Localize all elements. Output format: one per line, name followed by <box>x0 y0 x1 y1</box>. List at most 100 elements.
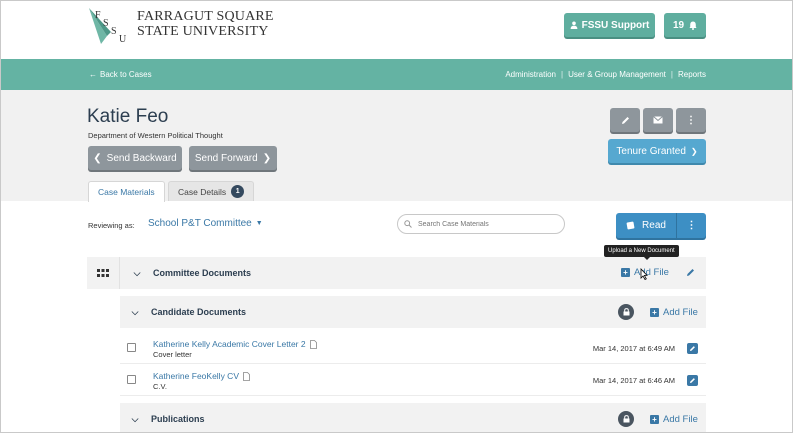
user-icon <box>570 21 578 29</box>
edit-icon[interactable] <box>687 343 698 354</box>
chevron-down-icon: ❯ <box>690 146 698 156</box>
folder-publications[interactable]: ⌵ Publications + Add File <box>120 403 706 432</box>
lock-icon[interactable] <box>618 411 634 427</box>
grid-icon[interactable] <box>87 257 120 289</box>
add-file-candidate[interactable]: + Add File <box>650 307 698 318</box>
university-name[interactable]: FARRAGUT SQUARE STATE UNIVERSITY <box>137 9 274 39</box>
read-options-button[interactable]: ⋮ <box>677 220 706 231</box>
tab-label: Case Materials <box>98 187 155 197</box>
read-button-group: Read ⋮ <box>616 213 706 238</box>
nav-separator: | <box>670 70 673 79</box>
back-to-cases-link[interactable]: ← Back to Cases <box>89 70 152 79</box>
file-subtitle: C.V. <box>153 382 167 391</box>
chevron-down-icon[interactable]: ⌵ <box>131 268 143 279</box>
notification-count: 19 <box>672 19 685 31</box>
file-checkbox[interactable] <box>127 375 136 384</box>
bell-icon <box>689 21 697 30</box>
folder-label: Candidate Documents <box>151 307 247 317</box>
support-button[interactable]: FSSU Support <box>564 13 655 37</box>
nav-link-administration[interactable]: Administration <box>505 70 556 79</box>
university-name-line2: STATE UNIVERSITY <box>137 24 269 39</box>
pencil-icon <box>621 116 629 124</box>
case-department: Department of Western Political Thought <box>88 131 223 140</box>
tab-badge: 1 <box>231 185 245 198</box>
nav-separator: | <box>561 70 564 79</box>
file-name: Katherine Kelly Academic Cover Letter 2 <box>153 339 306 349</box>
read-label: Read <box>642 220 666 231</box>
arrow-left-icon: ← <box>89 70 97 79</box>
search-icon <box>404 220 412 228</box>
tenure-status-dropdown[interactable]: Tenure Granted ❯ <box>608 139 706 163</box>
tab-case-materials[interactable]: Case Materials <box>88 181 165 202</box>
send-backward-button[interactable]: ❮ Send Backward <box>88 146 182 170</box>
file-date: Mar 14, 2017 at 6:46 AM <box>592 376 675 385</box>
file-row: Katherine FeoKelly CV C.V. Mar 14, 2017 … <box>120 365 706 396</box>
support-label: FSSU Support <box>581 19 650 31</box>
reviewing-as-value: School P&T Committee <box>148 218 252 229</box>
send-forward-label: Send Forward <box>194 152 258 164</box>
tab-label: Case Details <box>178 186 227 197</box>
reviewing-as-label: Reviewing as: <box>88 221 135 230</box>
tab-case-details[interactable]: Case Details 1 <box>168 181 255 201</box>
caret-down-icon: ▼ <box>255 220 263 227</box>
folder-committee-documents[interactable]: ⌵ Committee Documents + Add File <box>87 257 706 289</box>
svg-text:U: U <box>119 34 127 45</box>
folder-label: Publications <box>151 414 205 424</box>
envelope-icon <box>653 116 663 124</box>
nav-link-user-group-management[interactable]: User & Group Management <box>568 70 666 79</box>
folder-candidate-documents[interactable]: ⌵ Candidate Documents + Add File <box>120 296 706 328</box>
file-row: Katherine Kelly Academic Cover Letter 2 … <box>120 333 706 364</box>
folder-label: Committee Documents <box>153 268 252 278</box>
admin-links: Administration | User & Group Management… <box>505 70 706 79</box>
notifications-button[interactable]: 19 <box>664 13 706 37</box>
svg-text:S: S <box>111 26 117 37</box>
cursor-icon <box>640 268 648 280</box>
chevron-down-icon[interactable]: ⌵ <box>129 307 141 318</box>
upload-tooltip: Upload a New Document <box>604 245 679 260</box>
edit-case-button[interactable] <box>610 108 640 132</box>
case-name: Katie Feo <box>87 106 169 127</box>
app-window: F S S U FARRAGUT SQUARE STATE UNIVERSITY… <box>0 0 793 433</box>
more-vertical-icon: ⋮ <box>686 114 696 126</box>
edit-icon[interactable] <box>687 375 698 386</box>
svg-text:F: F <box>95 10 101 21</box>
email-button[interactable] <box>643 108 673 132</box>
search-case-materials[interactable] <box>397 214 565 234</box>
file-date: Mar 14, 2017 at 6:49 AM <box>592 344 675 353</box>
more-actions-button[interactable]: ⋮ <box>676 108 706 132</box>
pdf-icon <box>243 371 250 381</box>
book-icon <box>626 221 635 230</box>
plus-square-icon: + <box>650 308 659 317</box>
file-checkbox[interactable] <box>127 343 136 352</box>
university-name-line1: FARRAGUT SQUARE <box>137 9 274 24</box>
lock-icon[interactable] <box>618 304 634 320</box>
chevron-down-icon[interactable]: ⌵ <box>129 414 141 425</box>
plus-square-icon: + <box>650 415 659 424</box>
add-file-publications[interactable]: + Add File <box>650 414 698 425</box>
more-vertical-icon: ⋮ <box>686 220 697 231</box>
nav-bar: ← Back to Cases Administration | User & … <box>1 59 792 90</box>
add-file-label: Add File <box>663 414 698 425</box>
file-link[interactable]: Katherine FeoKelly CV <box>153 371 250 381</box>
plus-square-icon: + <box>621 268 630 277</box>
file-link[interactable]: Katherine Kelly Academic Cover Letter 2 <box>153 339 317 349</box>
chevron-left-icon: ❮ <box>93 152 102 164</box>
top-header: F S S U FARRAGUT SQUARE STATE UNIVERSITY… <box>1 1 792 59</box>
pencil-icon[interactable] <box>686 268 695 277</box>
send-forward-button[interactable]: Send Forward ❯ <box>189 146 277 170</box>
back-link-label: Back to Cases <box>100 70 152 79</box>
file-subtitle: Cover letter <box>153 350 192 359</box>
case-header: Katie Feo Department of Western Politica… <box>1 90 792 202</box>
reviewing-as-dropdown[interactable]: School P&T Committee ▼ <box>148 218 263 229</box>
tenure-status-label: Tenure Granted <box>616 145 686 157</box>
add-file-label: Add File <box>663 307 698 318</box>
file-name: Katherine FeoKelly CV <box>153 371 239 381</box>
svg-text:S: S <box>103 18 109 29</box>
chevron-right-icon: ❯ <box>262 152 272 164</box>
search-input[interactable] <box>418 220 558 228</box>
read-button[interactable]: Read <box>616 213 677 238</box>
nav-link-reports[interactable]: Reports <box>678 70 706 79</box>
send-backward-label: Send Backward <box>106 152 177 164</box>
logo-icon[interactable]: F S S U <box>87 6 131 46</box>
pdf-icon <box>309 339 317 349</box>
